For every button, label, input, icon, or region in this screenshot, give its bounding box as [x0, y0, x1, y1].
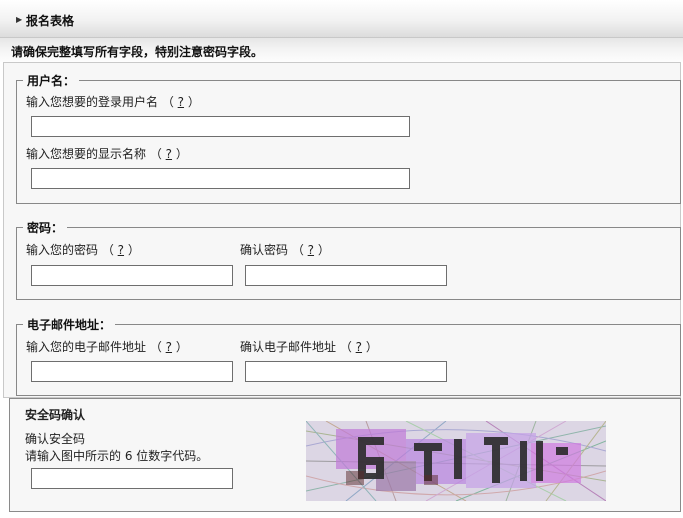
notice-text: 请确保完整填写所有字段，特别注意密码字段。: [11, 45, 264, 59]
confirm-email-help-link[interactable]: ?: [356, 340, 362, 354]
login-username-help-link[interactable]: ?: [178, 95, 184, 109]
captcha-label: 确认安全码: [25, 432, 86, 446]
form-header: ▶ 报名表格: [0, 0, 683, 38]
captcha-title: 安全码确认: [25, 408, 86, 422]
email-help-link[interactable]: ?: [166, 340, 172, 354]
confirm-email-label: 确认电子邮件地址 （ ? ）: [240, 340, 378, 354]
captcha-image: [306, 421, 606, 501]
display-name-label-text: 输入您想要的显示名称: [26, 147, 147, 161]
login-username-label-text: 输入您想要的登录用户名: [26, 95, 159, 109]
confirm-email-input[interactable]: [245, 361, 447, 382]
email-label: 输入您的电子邮件地址 （ ? ）: [26, 340, 188, 354]
display-name-label: 输入您想要的显示名称 （ ? ）: [26, 147, 188, 161]
confirm-password-label: 确认密码 （ ? ）: [240, 243, 330, 257]
login-username-label: 输入您想要的登录用户名 （ ? ）: [26, 95, 200, 109]
email-label-text: 输入您的电子邮件地址: [26, 340, 147, 354]
email-fieldset: 电子邮件地址：: [16, 316, 681, 396]
password-legend: 密码：: [27, 221, 64, 235]
captcha-hint: 请输入图中所示的 6 位数字代码。: [25, 449, 209, 463]
email-input[interactable]: [31, 361, 233, 382]
captcha-input[interactable]: [31, 468, 233, 489]
email-legend: 电子邮件地址：: [27, 318, 112, 332]
password-label: 输入您的密码 （ ? ）: [26, 243, 140, 257]
username-legend: 用户名：: [27, 74, 76, 88]
display-name-help-link[interactable]: ?: [166, 147, 172, 161]
password-label-text: 输入您的密码: [26, 243, 99, 257]
collapse-arrow-icon[interactable]: ▶: [16, 15, 22, 24]
password-help-link[interactable]: ?: [118, 243, 124, 257]
captcha-noise-graphic: [306, 421, 606, 501]
login-username-input[interactable]: [31, 116, 410, 137]
confirm-password-input[interactable]: [245, 265, 447, 286]
form-title: 报名表格: [26, 14, 75, 28]
confirm-password-label-text: 确认密码: [240, 243, 289, 257]
confirm-email-label-text: 确认电子邮件地址: [240, 340, 337, 354]
password-input[interactable]: [31, 265, 233, 286]
display-name-input[interactable]: [31, 168, 410, 189]
confirm-password-help-link[interactable]: ?: [308, 243, 314, 257]
notice-bar: 请确保完整填写所有字段，特别注意密码字段。: [0, 38, 683, 62]
captcha-section: 安全码确认 确认安全码 请输入图中所示的 6 位数字代码。: [9, 398, 681, 512]
password-fieldset: 密码：: [16, 219, 681, 300]
